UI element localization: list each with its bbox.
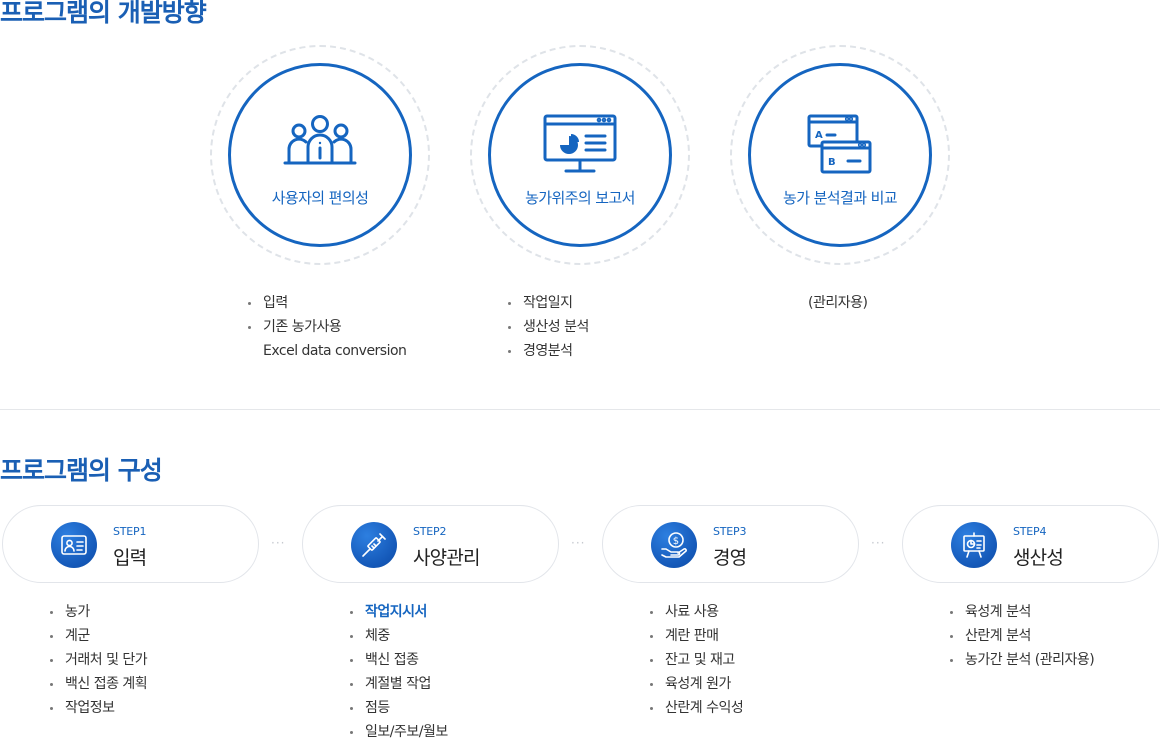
- svg-text:A: A: [815, 130, 823, 141]
- list-item: 산란계 분석: [950, 624, 1094, 648]
- list-item: 경영분석: [508, 339, 589, 363]
- list-item: 백신 접종: [350, 648, 448, 672]
- people-icon: [283, 115, 357, 165]
- inner-circle: 사용자의 편의성: [228, 63, 412, 247]
- list-item: 백신 접종 계획: [50, 672, 148, 696]
- step-icon-circle: [951, 522, 997, 568]
- direction-label: 농가 분석결과 비교: [783, 189, 898, 207]
- list-item: 육성계 원가: [650, 672, 743, 696]
- svg-text:B: B: [828, 157, 836, 168]
- list-item: 일보/주보/월보: [350, 720, 448, 744]
- svg-text:$: $: [673, 536, 679, 547]
- money-hand-icon: $: [661, 532, 687, 558]
- section-divider: [0, 409, 1160, 410]
- list-item: 기존 농가사용: [248, 315, 406, 339]
- direction-card-compare: A B 농가 분석결과 비교: [730, 45, 950, 265]
- step-name: 경영: [713, 547, 747, 569]
- direction-card-report: 농가위주의 보고서: [470, 45, 690, 265]
- step-card-productivity: STEP4 생산성: [902, 505, 1159, 583]
- step-icon-circle: $: [651, 522, 697, 568]
- syringe-icon: [362, 533, 386, 557]
- id-card-icon: [61, 535, 87, 555]
- step-card-feeding: STEP2 사양관리: [302, 505, 559, 583]
- list-item: 사료 사용: [650, 600, 743, 624]
- list-item: 계군: [50, 624, 147, 648]
- inner-circle: 농가위주의 보고서: [488, 63, 672, 247]
- step-number: STEP2: [413, 525, 447, 538]
- section-title-direction: 프로그램의 개발방향: [0, 0, 207, 27]
- step-list-input: 농가 계군 거래처 및 단가 백신 접종 계획 작업정보: [50, 600, 148, 720]
- step-separator: ···: [271, 536, 286, 550]
- direction-label: 사용자의 편의성: [271, 189, 369, 207]
- step-card-input: STEP1 입력: [2, 505, 259, 583]
- list-item: 육성계 분석: [950, 600, 1094, 624]
- step-number: STEP1: [113, 525, 147, 538]
- step-name: 사양관리: [413, 547, 481, 569]
- section-title-structure: 프로그램의 구성: [0, 456, 163, 485]
- compare-windows-icon: A B: [807, 114, 872, 174]
- list-item: 잔고 및 재고: [650, 648, 743, 672]
- list-item-note: Excel data conversion: [263, 343, 407, 359]
- list-item: 점등: [350, 696, 448, 720]
- list-item: 계절별 작업: [350, 672, 448, 696]
- direction-label: 농가위주의 보고서: [525, 189, 635, 207]
- step-number: STEP3: [713, 525, 747, 538]
- list-item: 생산성 분석: [508, 315, 589, 339]
- list-item: 거래처 및 단가: [50, 648, 148, 672]
- list-item: 산란계 수익성: [650, 696, 744, 720]
- step-separator: ···: [871, 536, 886, 550]
- list-item-highlight: 작업지시서: [350, 600, 448, 624]
- step-name: 입력: [113, 547, 147, 569]
- report-monitor-icon: [543, 114, 617, 173]
- step-name: 생산성: [1013, 547, 1064, 569]
- direction-list-usability: 입력 기존 농가사용 Excel data conversion: [248, 291, 407, 363]
- step-separator: ···: [571, 536, 586, 550]
- list-item: 농가: [50, 600, 147, 624]
- step-list-management: 사료 사용 계란 판매 잔고 및 재고 육성계 원가 산란계 수익성: [650, 600, 744, 720]
- list-item: 입력: [248, 291, 406, 315]
- list-item: 체중: [350, 624, 448, 648]
- step-list-productivity: 육성계 분석 산란계 분석 농가간 분석 (관리자용): [950, 600, 1095, 672]
- inner-circle: A B 농가 분석결과 비교: [748, 63, 932, 247]
- direction-note-compare: (관리자용): [808, 295, 868, 311]
- step-list-feeding: 작업지시서 체중 백신 접종 계절별 작업 점등 일보/주보/월보: [350, 600, 448, 744]
- direction-card-usability: 사용자의 편의성: [210, 45, 430, 265]
- list-item: 농가간 분석 (관리자용): [950, 648, 1095, 672]
- step-number: STEP4: [1013, 525, 1047, 538]
- list-item: 계란 판매: [650, 624, 743, 648]
- step-icon-circle: [351, 522, 397, 568]
- direction-list-report: 작업일지 생산성 분석 경영분석: [508, 291, 589, 363]
- step-card-management: $ STEP3 경영: [602, 505, 859, 583]
- list-item: 작업일지: [508, 291, 589, 315]
- chart-board-icon: [963, 532, 985, 558]
- list-item: 작업정보: [50, 696, 147, 720]
- step-icon-circle: [51, 522, 97, 568]
